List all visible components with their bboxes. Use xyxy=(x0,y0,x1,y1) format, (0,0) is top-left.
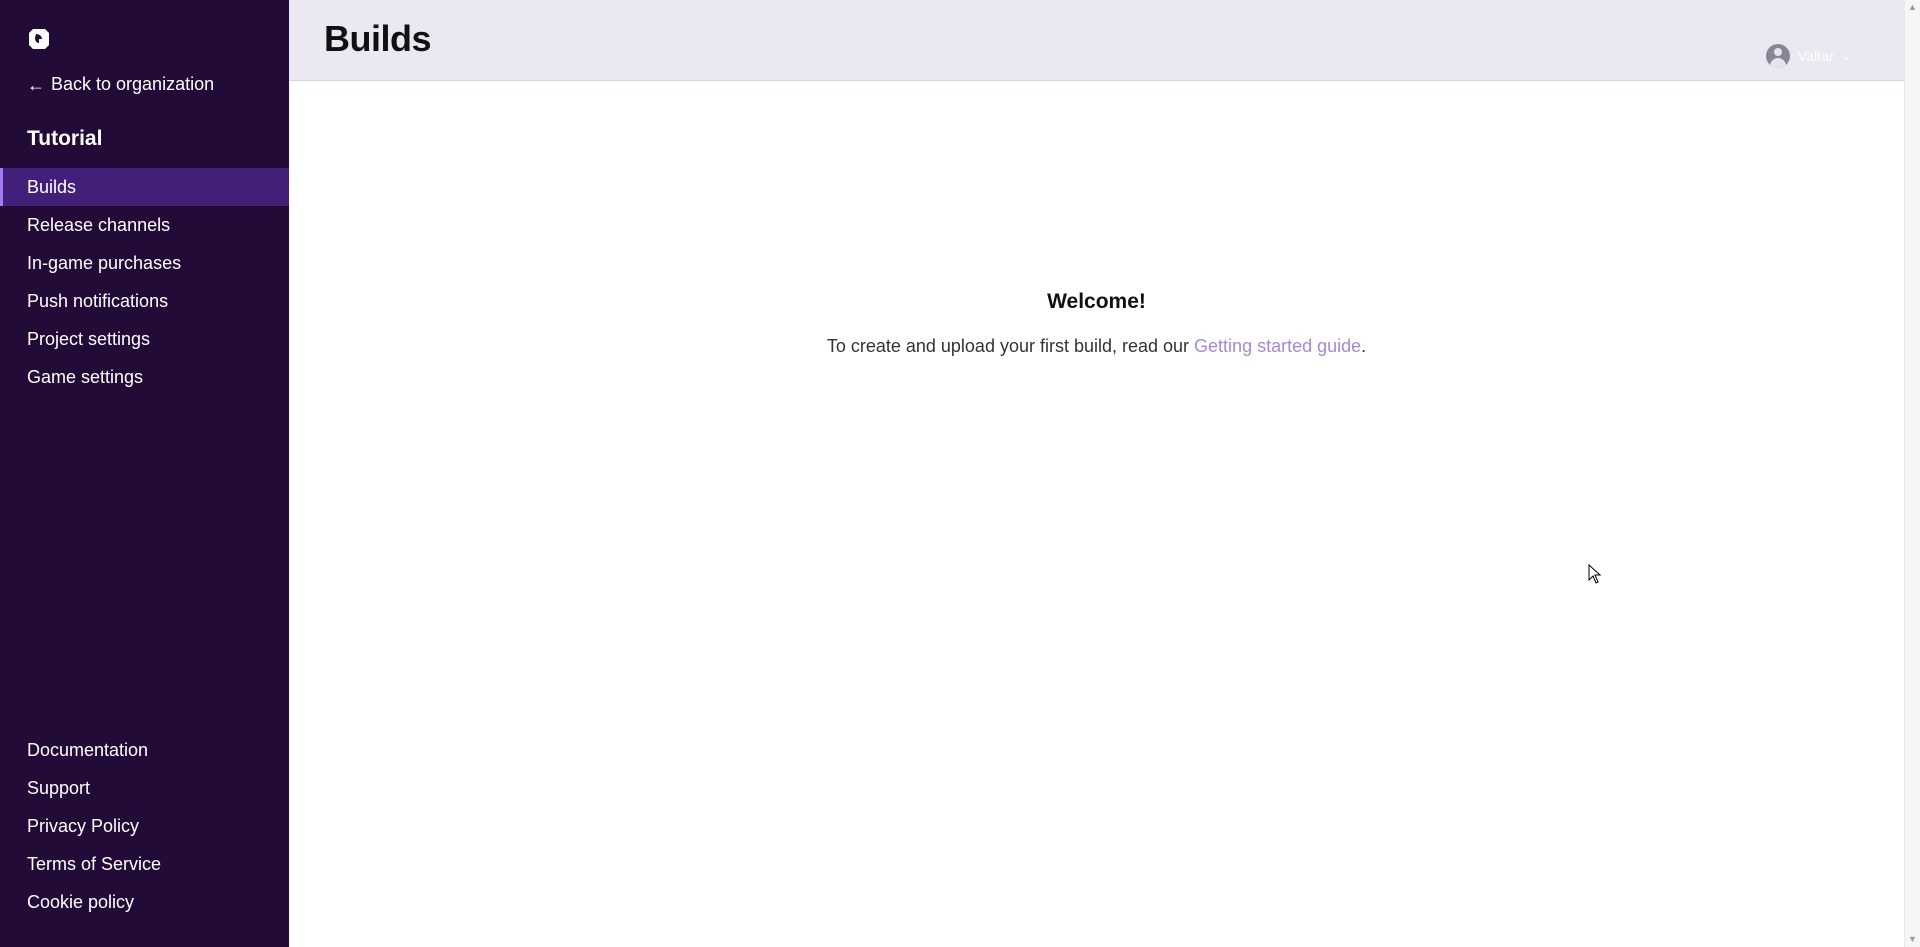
welcome-message: To create and upload your first build, r… xyxy=(289,336,1904,357)
getting-started-guide-link[interactable]: Getting started guide xyxy=(1194,336,1361,356)
footer-link-label: Cookie policy xyxy=(27,891,135,912)
sidebar-item-in-game-purchases[interactable]: In-game purchases xyxy=(0,244,289,282)
chevron-down-icon: ⌄ xyxy=(1841,49,1852,63)
user-menu[interactable]: Valtar ⌄ xyxy=(1766,44,1852,68)
footer-link-support[interactable]: Support xyxy=(0,769,289,807)
back-link-label: Back to organization xyxy=(51,74,215,94)
footer-link-label: Terms of Service xyxy=(27,853,162,874)
app-root: ← Back to organization Tutorial Builds R… xyxy=(0,0,1920,947)
project-title: Tutorial xyxy=(27,127,103,150)
vertical-scrollbar[interactable]: ▲ ▼ xyxy=(1904,0,1920,947)
sidebar-item-game-settings[interactable]: Game settings xyxy=(0,358,289,396)
footer-link-privacy-policy[interactable]: Privacy Policy xyxy=(0,807,289,845)
sidebar-item-label: Project settings xyxy=(27,328,151,349)
scroll-down-icon[interactable]: ▼ xyxy=(1908,935,1917,944)
sidebar-item-release-channels[interactable]: Release channels xyxy=(0,206,289,244)
footer-link-terms-of-service[interactable]: Terms of Service xyxy=(0,845,289,883)
footer-link-label: Documentation xyxy=(27,739,149,760)
sidebar-item-push-notifications[interactable]: Push notifications xyxy=(0,282,289,320)
arrow-left-icon: ← xyxy=(27,74,45,95)
sidebar-item-label: Game settings xyxy=(27,366,144,387)
sidebar-item-label: In-game purchases xyxy=(27,252,182,273)
footer-link-label: Support xyxy=(27,777,91,798)
user-avatar-icon xyxy=(1766,44,1790,68)
welcome-message-prefix: To create and upload your first build, r… xyxy=(826,336,1195,356)
footer-link-label: Privacy Policy xyxy=(27,815,140,836)
welcome-title: Welcome! xyxy=(1047,290,1146,313)
sidebar-footer-nav: Documentation Support Privacy Policy Ter… xyxy=(0,731,289,921)
footer-link-documentation[interactable]: Documentation xyxy=(0,731,289,769)
sidebar-item-project-settings[interactable]: Project settings xyxy=(0,320,289,358)
main-area: Builds Valtar ⌄ Welcome! To create and u… xyxy=(289,0,1920,947)
sidebar-item-builds[interactable]: Builds xyxy=(0,168,289,206)
logo-icon[interactable] xyxy=(27,26,51,52)
sidebar-nav: Builds Release channels In-game purchase… xyxy=(0,168,289,396)
user-name: Valtar xyxy=(1798,48,1834,64)
welcome-message-suffix: . xyxy=(1361,336,1367,356)
sidebar-item-label: Builds xyxy=(27,176,77,197)
mouse-cursor-icon xyxy=(1588,564,1602,584)
sidebar-item-label: Release channels xyxy=(27,214,171,235)
sidebar: ← Back to organization Tutorial Builds R… xyxy=(0,0,289,947)
back-to-organization-link[interactable]: ← Back to organization xyxy=(27,74,214,95)
sidebar-item-label: Push notifications xyxy=(27,290,169,311)
scroll-up-icon[interactable]: ▲ xyxy=(1908,3,1917,12)
page-title: Builds xyxy=(324,18,432,59)
footer-link-cookie-policy[interactable]: Cookie policy xyxy=(0,883,289,921)
page-header: Builds Valtar ⌄ xyxy=(289,0,1920,81)
